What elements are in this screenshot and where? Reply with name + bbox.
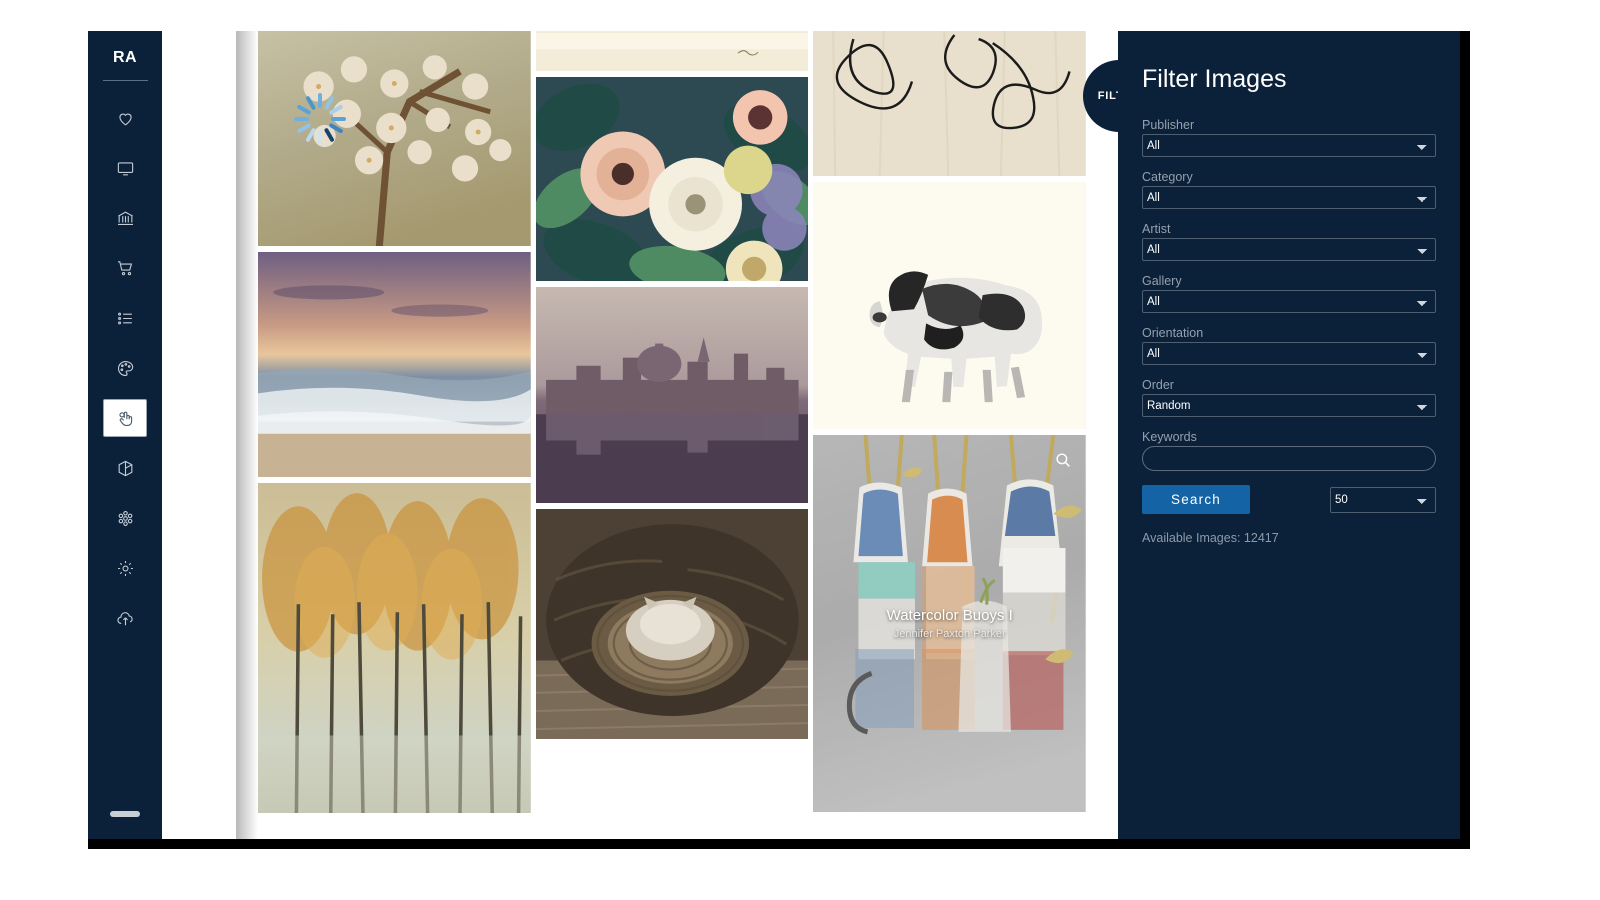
sidebar: RA bbox=[88, 31, 162, 839]
heart-icon bbox=[116, 109, 135, 128]
cart-icon bbox=[116, 259, 135, 278]
artwork-autumn-trees bbox=[258, 483, 531, 813]
artist-label: Artist bbox=[1142, 222, 1171, 236]
card-artist: Jennifer Paxton Parker bbox=[893, 628, 1006, 640]
gallery-card[interactable] bbox=[258, 252, 531, 477]
list-icon bbox=[116, 309, 135, 328]
artwork-floral-bouquet bbox=[535, 77, 809, 281]
gallery-card[interactable] bbox=[258, 483, 531, 813]
masonry-column-1 bbox=[258, 31, 531, 839]
card-title: Watercolor Buoys I bbox=[886, 607, 1013, 624]
sidebar-divider bbox=[102, 80, 148, 81]
palette-icon bbox=[116, 359, 135, 378]
gallery-card[interactable] bbox=[535, 287, 809, 503]
gallery-card[interactable] bbox=[535, 31, 809, 71]
orientation-label: Orientation bbox=[1142, 326, 1204, 340]
masonry-column-3: Watercolor Buoys I Jennifer Paxton Parke… bbox=[813, 31, 1087, 839]
search-button[interactable]: Search bbox=[1142, 485, 1250, 514]
hand-click-icon bbox=[116, 409, 135, 428]
masonry-grid: Watercolor Buoys I Jennifer Paxton Parke… bbox=[170, 31, 1087, 839]
gallery-select[interactable]: All bbox=[1142, 290, 1436, 313]
gallery-card[interactable] bbox=[535, 509, 809, 739]
artwork-cream-abstract bbox=[535, 31, 809, 71]
atom-icon bbox=[116, 509, 135, 528]
sidebar-item-upload[interactable] bbox=[103, 599, 147, 637]
card-hover-overlay[interactable]: Watercolor Buoys I Jennifer Paxton Parke… bbox=[813, 435, 1087, 812]
artist-select[interactable]: All bbox=[1142, 238, 1436, 261]
sidebar-item-settings[interactable] bbox=[103, 549, 147, 587]
brand-logo: RA bbox=[112, 49, 138, 66]
gear-icon bbox=[116, 559, 135, 578]
filter-action-row: Search 50 bbox=[1142, 485, 1436, 514]
sidebar-item-package[interactable] bbox=[103, 449, 147, 487]
category-select[interactable]: All bbox=[1142, 186, 1436, 209]
artwork-beach-sunset bbox=[258, 252, 531, 477]
sidebar-item-display[interactable] bbox=[103, 149, 147, 187]
page-size-select[interactable]: 50 bbox=[1330, 486, 1436, 513]
keywords-label: Keywords bbox=[1142, 430, 1197, 444]
monitor-icon bbox=[116, 159, 135, 178]
magnifier-icon[interactable] bbox=[1054, 451, 1072, 469]
category-label: Category bbox=[1142, 170, 1193, 184]
sidebar-item-palette[interactable] bbox=[103, 349, 147, 387]
publisher-select[interactable]: All bbox=[1142, 134, 1436, 157]
sidebar-item-molecule[interactable] bbox=[103, 499, 147, 537]
loading-spinner bbox=[292, 91, 348, 147]
sidebar-item-favorites[interactable] bbox=[103, 99, 147, 137]
artwork-cat-in-basket-sepia bbox=[535, 509, 809, 739]
available-images-count: Available Images: 12417 bbox=[1142, 531, 1279, 545]
artwork-city-skyline-sepia bbox=[535, 287, 809, 503]
sidebar-item-list[interactable] bbox=[103, 299, 147, 337]
sidebar-resize-handle[interactable] bbox=[110, 811, 140, 817]
keywords-input[interactable] bbox=[1142, 446, 1436, 471]
bank-icon bbox=[116, 209, 135, 228]
gallery-card[interactable] bbox=[813, 182, 1087, 429]
filter-panel-heading: Filter Images bbox=[1142, 65, 1287, 93]
gallery-card[interactable] bbox=[258, 31, 531, 246]
gallery-card[interactable] bbox=[535, 77, 809, 281]
gallery-card-hovered[interactable]: Watercolor Buoys I Jennifer Paxton Parke… bbox=[813, 435, 1087, 812]
gallery-label: Gallery bbox=[1142, 274, 1182, 288]
sidebar-item-museum[interactable] bbox=[103, 199, 147, 237]
filter-toggle-label: FILTER bbox=[1097, 90, 1118, 102]
gallery-card[interactable] bbox=[813, 31, 1087, 176]
masonry-column-2 bbox=[535, 31, 809, 839]
image-gallery: Watercolor Buoys I Jennifer Paxton Parke… bbox=[162, 31, 1118, 839]
sidebar-item-cart[interactable] bbox=[103, 249, 147, 287]
sidebar-item-select[interactable] bbox=[103, 399, 147, 437]
orientation-select[interactable]: All bbox=[1142, 342, 1436, 365]
app-viewport: RA Watercolor Buoys I Jennifer Paxton Pa… bbox=[88, 31, 1460, 839]
artwork-line-abstract bbox=[813, 31, 1086, 176]
artwork-watercolor-cow bbox=[813, 182, 1086, 429]
filter-toggle-button[interactable]: FILTER bbox=[1083, 60, 1118, 132]
publisher-label: Publisher bbox=[1142, 118, 1195, 132]
filter-panel: Filter Images Publisher All Category All… bbox=[1118, 31, 1460, 839]
order-select[interactable]: Random bbox=[1142, 394, 1436, 417]
order-label: Order bbox=[1142, 378, 1174, 392]
cube-icon bbox=[116, 459, 135, 478]
cloud-upload-icon bbox=[116, 609, 135, 628]
